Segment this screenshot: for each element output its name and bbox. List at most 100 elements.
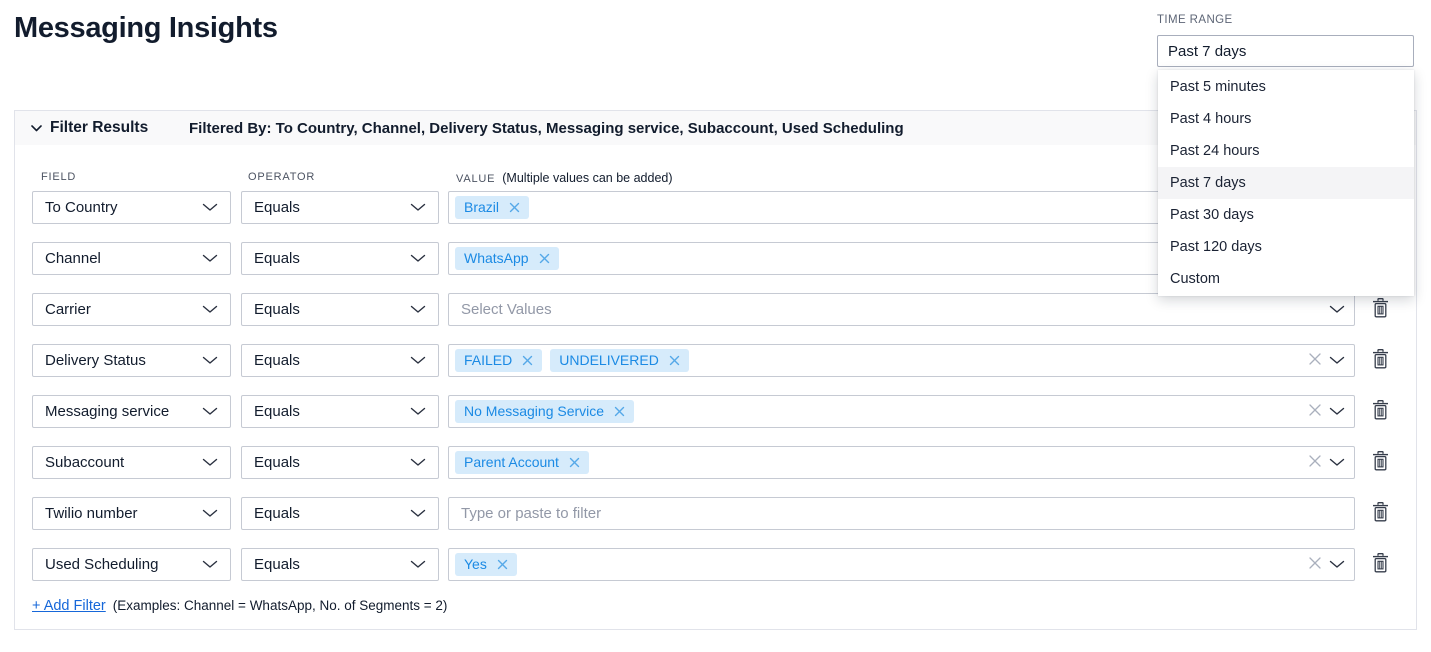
filter-row: Carrier Equals Select Values <box>32 293 1389 326</box>
filter-field-select[interactable]: Twilio number <box>32 497 231 530</box>
chip-remove-icon[interactable] <box>522 355 533 366</box>
filter-operator-select[interactable]: Equals <box>241 191 439 224</box>
value-chip: FAILED <box>455 349 542 372</box>
filter-operator-select[interactable]: Equals <box>241 548 439 581</box>
filter-operator-value: Equals <box>254 352 300 369</box>
filter-operator-value: Equals <box>254 454 300 471</box>
filter-value-input[interactable]: Yes <box>448 548 1355 581</box>
filter-value-input[interactable]: Select Values <box>448 293 1355 326</box>
value-controls <box>1308 549 1345 580</box>
filter-field-select[interactable]: Subaccount <box>32 446 231 479</box>
filter-value-input[interactable]: Type or paste to filter <box>448 497 1355 530</box>
delete-filter-button[interactable] <box>1372 451 1389 474</box>
clear-values-button[interactable] <box>1308 556 1322 573</box>
chevron-down-icon <box>1329 455 1345 470</box>
filter-operator-select[interactable]: Equals <box>241 344 439 377</box>
value-controls <box>1308 396 1345 427</box>
column-header-field: FIELD <box>41 171 76 183</box>
time-range-option[interactable]: Past 120 days <box>1158 231 1414 263</box>
chip-remove-icon[interactable] <box>539 253 550 264</box>
value-controls <box>1329 294 1345 325</box>
trash-icon <box>1372 298 1389 321</box>
open-values-dropdown-button[interactable] <box>1329 557 1345 572</box>
filter-field-value: Twilio number <box>45 505 138 522</box>
open-values-dropdown-button[interactable] <box>1329 404 1345 419</box>
delete-filter-button[interactable] <box>1372 349 1389 372</box>
time-range-value: Past 7 days <box>1168 43 1246 60</box>
time-range-option[interactable]: Past 4 hours <box>1158 103 1414 135</box>
trash-icon <box>1372 400 1389 423</box>
value-chip: WhatsApp <box>455 247 559 270</box>
filter-field-select[interactable]: Messaging service <box>32 395 231 428</box>
value-chip-label: UNDELIVERED <box>559 352 659 368</box>
chevron-down-icon <box>410 454 426 471</box>
filter-field-value: Carrier <box>45 301 91 318</box>
chip-remove-icon[interactable] <box>569 457 580 468</box>
filter-operator-select[interactable]: Equals <box>241 446 439 479</box>
add-filter-line: + Add Filter (Examples: Channel = WhatsA… <box>32 598 447 614</box>
delete-filter-button[interactable] <box>1372 298 1389 321</box>
filter-value-input[interactable]: No Messaging Service <box>448 395 1355 428</box>
value-chip: Parent Account <box>455 451 589 474</box>
filter-row: Messaging service Equals No Messaging Serv… <box>32 395 1389 428</box>
trash-icon <box>1372 349 1389 372</box>
open-values-dropdown-button[interactable] <box>1329 302 1345 317</box>
filter-operator-select[interactable]: Equals <box>241 242 439 275</box>
clear-icon <box>1308 556 1322 573</box>
time-range-option[interactable]: Past 5 minutes <box>1158 71 1414 103</box>
time-range-option[interactable]: Custom <box>1158 263 1414 295</box>
chevron-down-icon <box>202 505 218 522</box>
filtered-by-summary: Filtered By: To Country, Channel, Delive… <box>189 120 904 137</box>
chip-remove-icon[interactable] <box>669 355 680 366</box>
filter-operator-select[interactable]: Equals <box>241 395 439 428</box>
filter-field-value: Subaccount <box>45 454 124 471</box>
filter-row: Used Scheduling Equals Yes <box>32 548 1389 581</box>
filter-field-value: Channel <box>45 250 101 267</box>
trash-icon <box>1372 451 1389 474</box>
chevron-down-icon <box>410 352 426 369</box>
filter-operator-value: Equals <box>254 301 300 318</box>
value-chip-label: No Messaging Service <box>464 403 604 419</box>
column-header-value: VALUE (Multiple values can be added) <box>456 171 673 185</box>
time-range-option[interactable]: Past 30 days <box>1158 199 1414 231</box>
clear-values-button[interactable] <box>1308 403 1322 420</box>
filter-results-title[interactable]: Filter Results <box>50 119 148 137</box>
filter-field-select[interactable]: Used Scheduling <box>32 548 231 581</box>
chevron-down-icon <box>410 301 426 318</box>
filter-value-input[interactable]: Parent Account <box>448 446 1355 479</box>
chip-remove-icon[interactable] <box>497 559 508 570</box>
time-range-option[interactable]: Past 7 days <box>1158 167 1414 199</box>
chevron-down-icon <box>202 403 218 420</box>
open-values-dropdown-button[interactable] <box>1329 455 1345 470</box>
filter-row: Subaccount Equals Parent Account <box>32 446 1389 479</box>
trash-icon <box>1372 502 1389 525</box>
filter-operator-value: Equals <box>254 403 300 420</box>
filter-operator-value: Equals <box>254 199 300 216</box>
chevron-down-icon <box>1329 353 1345 368</box>
value-controls <box>1308 345 1345 376</box>
filter-field-select[interactable]: To Country <box>32 191 231 224</box>
add-filter-button[interactable]: + Add Filter <box>32 598 106 614</box>
value-chip: No Messaging Service <box>455 400 634 423</box>
value-chip-label: Brazil <box>464 199 499 215</box>
chevron-down-icon <box>202 250 218 267</box>
delete-filter-button[interactable] <box>1372 400 1389 423</box>
delete-filter-button[interactable] <box>1372 553 1389 576</box>
chip-remove-icon[interactable] <box>614 406 625 417</box>
time-range-dropdown: Past 5 minutesPast 4 hoursPast 24 hoursP… <box>1158 70 1414 296</box>
filter-field-select[interactable]: Delivery Status <box>32 344 231 377</box>
chevron-down-icon <box>202 199 218 216</box>
delete-filter-button[interactable] <box>1372 502 1389 525</box>
trash-icon <box>1372 553 1389 576</box>
open-values-dropdown-button[interactable] <box>1329 353 1345 368</box>
clear-values-button[interactable] <box>1308 454 1322 471</box>
filter-operator-select[interactable]: Equals <box>241 293 439 326</box>
filter-operator-select[interactable]: Equals <box>241 497 439 530</box>
time-range-input[interactable]: Past 7 days <box>1157 35 1414 67</box>
chip-remove-icon[interactable] <box>509 202 520 213</box>
time-range-option[interactable]: Past 24 hours <box>1158 135 1414 167</box>
clear-values-button[interactable] <box>1308 352 1322 369</box>
filter-value-input[interactable]: FAILED UNDELIVERED <box>448 344 1355 377</box>
filter-field-select[interactable]: Carrier <box>32 293 231 326</box>
filter-field-select[interactable]: Channel <box>32 242 231 275</box>
